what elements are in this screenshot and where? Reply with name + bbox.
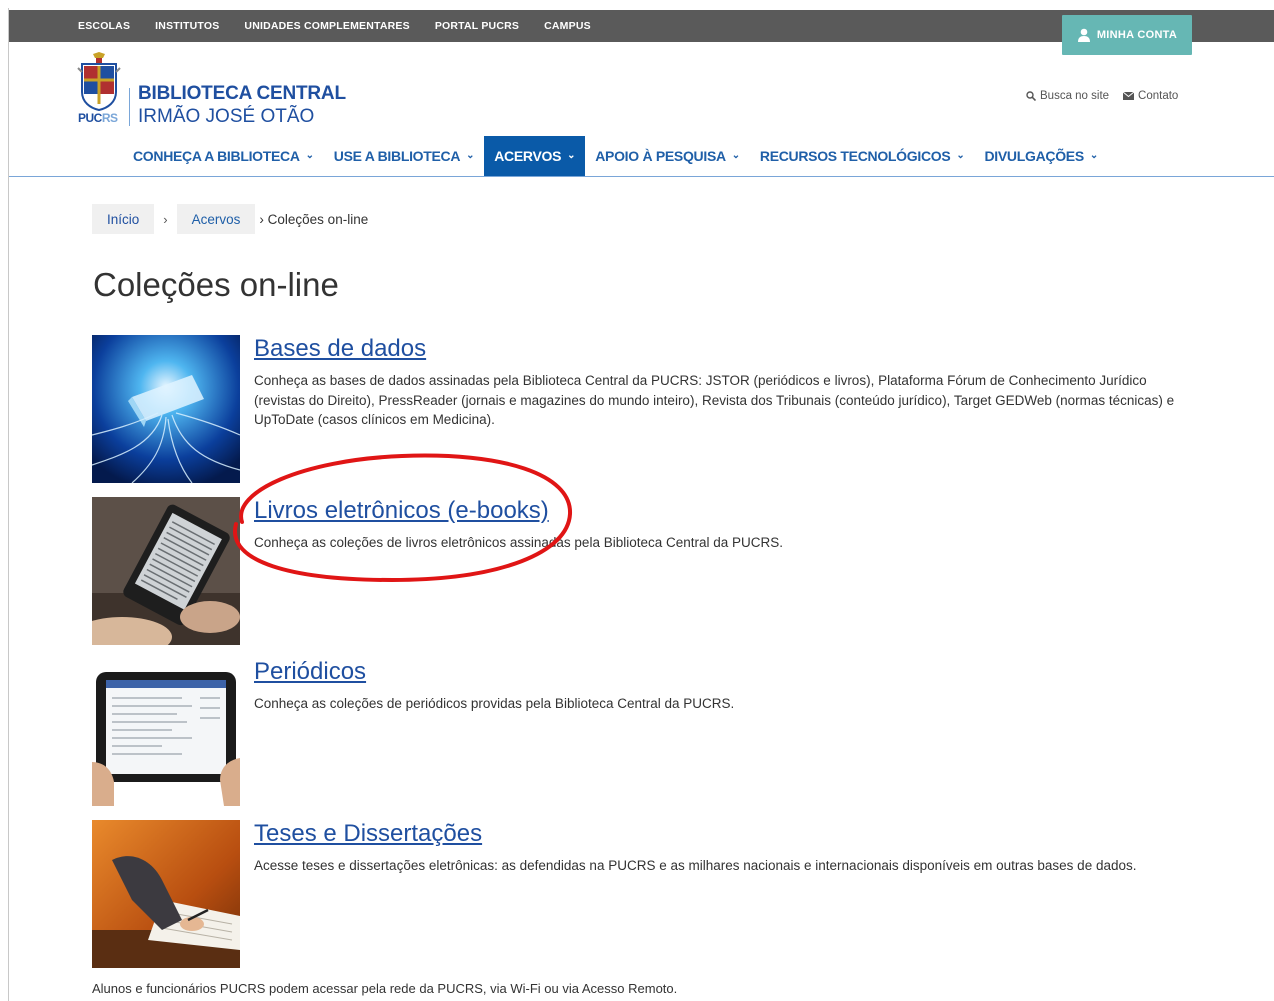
ebooks-thumbnail[interactable] — [92, 497, 240, 645]
nav-label: DIVULGAÇÕES — [984, 148, 1084, 164]
envelope-icon — [1123, 92, 1135, 100]
collection-description: Conheça as coleções de periódicos provid… — [254, 696, 735, 711]
chevron-down-icon: ⌄ — [305, 149, 314, 161]
breadcrumb-home[interactable]: Início — [92, 204, 155, 234]
page-title: Coleções on-line — [93, 266, 339, 303]
breadcrumb: Início › Acervos › Coleções on-line — [92, 204, 368, 234]
magnifier-icon — [1026, 91, 1036, 101]
contact-link[interactable]: Contato — [1123, 90, 1178, 102]
nav-label: ACERVOS — [494, 148, 562, 164]
collection-item-periodicos: Periódicos Conheça as coleções de periód… — [92, 658, 1192, 808]
collection-link-ebooks[interactable]: Livros eletrônicos (e-books) — [254, 497, 549, 525]
top-link-escolas[interactable]: ESCOLAS — [78, 20, 130, 32]
collection-description: Conheça as bases de dados assinadas pela… — [254, 373, 1175, 427]
nav-conheca-biblioteca[interactable]: CONHEÇA A BIBLIOTECA ⌄ — [123, 136, 324, 176]
collection-item-ebooks: Livros eletrônicos (e-books) Conheça as … — [92, 497, 1192, 647]
top-link-portal[interactable]: PORTAL PUCRS — [435, 20, 519, 32]
site-search-label: Busca no site — [1040, 90, 1110, 102]
site-search-link[interactable]: Busca no site — [1026, 90, 1109, 102]
access-footnote: Alunos e funcionários PUCRS podem acessa… — [92, 981, 678, 996]
nav-recursos-tecnologicos[interactable]: RECURSOS TECNOLÓGICOS ⌄ — [750, 136, 975, 176]
user-icon — [1077, 28, 1090, 42]
library-logo[interactable]: PUCRS BIBLIOTECA CENTRAL IRMÃO JOSÉ OTÃO — [76, 52, 356, 130]
nav-use-biblioteca[interactable]: USE A BIBLIOTECA ⌄ — [324, 136, 484, 176]
breadcrumb-current: › Coleções on-line — [259, 211, 369, 227]
nav-label: APOIO À PESQUISA — [595, 148, 726, 164]
logo-title-line2: IRMÃO JOSÉ OTÃO — [138, 106, 315, 127]
nav-label: CONHEÇA A BIBLIOTECA — [133, 148, 300, 164]
collection-link-periodicos[interactable]: Periódicos — [254, 658, 366, 686]
theses-thumbnail[interactable] — [92, 820, 240, 968]
collection-item-teses: Teses e Dissertações Acesse teses e diss… — [92, 820, 1192, 970]
top-link-institutos[interactable]: INSTITUTOS — [155, 20, 219, 32]
collection-description: Acesse teses e dissertações eletrônicas:… — [254, 858, 1137, 873]
collection-link-teses[interactable]: Teses e Dissertações — [254, 820, 482, 848]
logo-title-line1: BIBLIOTECA CENTRAL — [138, 83, 346, 104]
chevron-down-icon: ⌄ — [1089, 149, 1098, 161]
contact-label: Contato — [1138, 90, 1179, 102]
databases-thumbnail[interactable] — [92, 335, 240, 483]
nav-label: RECURSOS TECNOLÓGICOS — [759, 148, 951, 164]
breadcrumb-acervos[interactable]: Acervos — [176, 204, 256, 234]
chevron-down-icon: ⌄ — [567, 149, 576, 161]
logo-divider — [129, 88, 130, 126]
my-account-button[interactable]: MINHA CONTA — [1062, 15, 1192, 55]
chevron-down-icon: ⌄ — [466, 149, 475, 161]
collection-link-bases-de-dados[interactable]: Bases de dados — [254, 335, 426, 363]
collection-description: Conheça as coleções de livros eletrônico… — [254, 535, 784, 550]
my-account-label: MINHA CONTA — [1096, 29, 1178, 41]
nav-label: USE A BIBLIOTECA — [333, 148, 461, 164]
chevron-down-icon: ⌄ — [731, 149, 740, 161]
nav-divulgacoes[interactable]: DIVULGAÇÕES ⌄ — [974, 136, 1107, 176]
top-bar-links: ESCOLAS INSTITUTOS UNIDADES COMPLEMENTAR… — [78, 10, 616, 42]
nav-divider — [9, 176, 1274, 177]
nav-apoio-pesquisa[interactable]: APOIO À PESQUISA ⌄ — [585, 136, 750, 176]
breadcrumb-separator: › — [163, 211, 168, 227]
top-link-unidades[interactable]: UNIDADES COMPLEMENTARES — [244, 20, 409, 32]
utility-links: Busca no site Contato — [1026, 90, 1192, 102]
top-link-campus[interactable]: CAMPUS — [544, 20, 591, 32]
crest-label: PUCRS — [78, 111, 118, 125]
nav-acervos[interactable]: ACERVOS ⌄ — [484, 136, 586, 176]
journals-thumbnail[interactable] — [92, 658, 240, 806]
main-nav: CONHEÇA A BIBLIOTECA ⌄ USE A BIBLIOTECA … — [123, 136, 1108, 176]
collection-item-bases-de-dados: Bases de dados Conheça as bases de dados… — [92, 335, 1192, 485]
chevron-down-icon: ⌄ — [956, 149, 965, 161]
page-left-border — [8, 8, 9, 1001]
